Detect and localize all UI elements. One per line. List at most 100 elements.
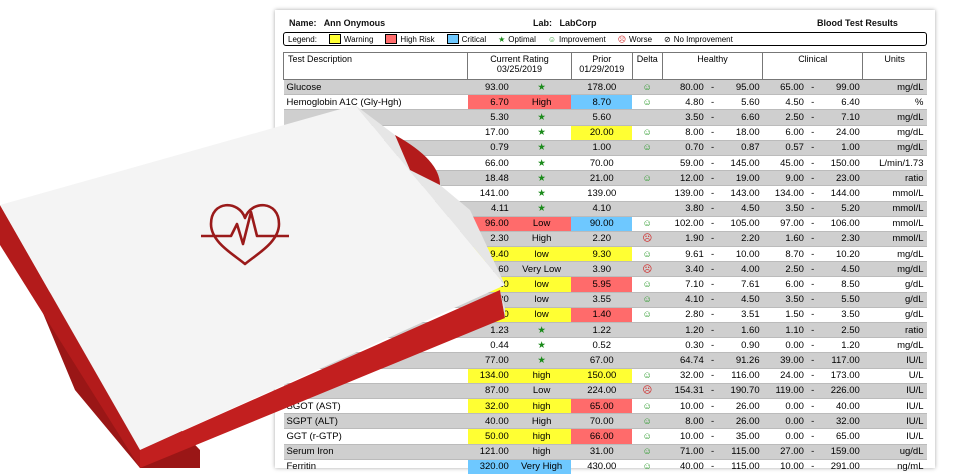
healthy-low: 9.61: [662, 246, 707, 262]
table-header-row: Test Description Current Rating 03/25/201…: [283, 52, 927, 80]
healthy-low: 10.00: [662, 428, 707, 444]
clinical-dash: -: [806, 276, 819, 293]
patient-name: Name: Ann Onymous: [289, 18, 385, 28]
box-lid: [0, 105, 505, 450]
clinical-dash: -: [806, 413, 819, 429]
healthy-high: 0.90: [718, 337, 763, 353]
clinical-high: 6.40: [818, 94, 863, 110]
clinical-dash: -: [806, 78, 819, 95]
current-rating: Very Low: [511, 261, 572, 277]
healthy-high: 105.00: [718, 215, 763, 232]
clinical-dash: -: [806, 321, 819, 338]
delta-icon: [632, 200, 663, 217]
legend-worse-label: Worse: [629, 34, 653, 44]
healthy-high: 35.00: [718, 428, 763, 444]
healthy-high: 1.60: [718, 321, 763, 338]
healthy-low: 1.20: [662, 321, 707, 338]
clinical-dash: -: [806, 428, 819, 444]
units-value: mg/dL: [862, 124, 927, 141]
current-rating: Very High: [511, 458, 572, 474]
clinical-high: 5.50: [818, 291, 863, 308]
units-value: mmol/L: [862, 215, 927, 232]
prior-value: 3.55: [571, 291, 633, 308]
healthy-low: 10.00: [662, 397, 707, 414]
clinical-dash: -: [806, 170, 819, 186]
healthy-low: 4.80: [662, 94, 707, 110]
clinical-low: 65.00: [762, 78, 807, 95]
prior-value: 8.70: [571, 94, 633, 110]
healthy-low: 32.00: [662, 367, 707, 384]
legend-optimal: ★ Optimal: [498, 35, 536, 44]
prior-value: 430.00: [571, 458, 633, 474]
healthy-dash: -: [706, 458, 719, 474]
healthy-low: 2.80: [662, 306, 707, 323]
healthy-dash: -: [706, 428, 719, 444]
healthy-low: 59.00: [662, 154, 707, 171]
delta-icon: ☺: [632, 215, 663, 232]
clinical-dash: -: [806, 230, 819, 247]
healthy-dash: -: [706, 94, 719, 110]
healthy-high: 115.00: [718, 443, 763, 460]
healthy-low: 71.00: [662, 443, 707, 460]
current-rating: ★: [511, 109, 572, 126]
units-value: mg/dL: [862, 261, 927, 277]
healthy-high: 4.50: [718, 291, 763, 308]
clinical-low: 0.00: [762, 428, 807, 444]
healthy-high: 26.00: [718, 397, 763, 414]
legend-warning-label: Warning: [343, 34, 374, 44]
clinical-low: 1.60: [762, 230, 807, 247]
delta-icon: ☺: [632, 367, 663, 384]
healthy-dash: -: [706, 321, 719, 338]
prior-value: 31.00: [571, 443, 633, 460]
name-label: Name:: [289, 18, 317, 28]
clinical-dash: -: [806, 352, 819, 369]
clinical-low: 1.50: [762, 306, 807, 323]
delta-icon: ☺: [632, 246, 663, 262]
delta-icon: ☺: [632, 124, 663, 141]
prior-value: 4.10: [571, 200, 633, 217]
healthy-dash: -: [706, 443, 719, 460]
current-rating: ★: [511, 139, 572, 156]
clinical-high: 65.00: [818, 428, 863, 444]
prior-value: 20.00: [571, 124, 633, 141]
legend-improvement-label: Improvement: [559, 34, 606, 44]
clinical-low: 8.70: [762, 246, 807, 262]
col-test: Test Description: [283, 52, 468, 80]
clinical-high: 8.50: [818, 276, 863, 293]
prior-value: 1.40: [571, 306, 633, 323]
prior-value: 0.52: [571, 337, 633, 353]
prior-value: 5.60: [571, 109, 633, 126]
healthy-dash: -: [706, 109, 719, 126]
frown-icon: ☹: [617, 34, 627, 44]
units-value: L/min/1.73: [862, 154, 927, 171]
col-healthy: Healthy: [661, 52, 764, 80]
units-value: IU/L: [862, 352, 927, 369]
units-value: ng/mL: [862, 458, 927, 474]
current-rating: Low: [511, 382, 572, 399]
healthy-high: 95.00: [718, 78, 763, 95]
units-value: IU/L: [862, 428, 927, 444]
healthy-low: 154.31: [662, 382, 707, 399]
col-current-date: 03/25/2019: [496, 64, 542, 74]
healthy-high: 19.00: [718, 170, 763, 186]
clinical-dash: -: [806, 139, 819, 156]
current-rating: ★: [511, 78, 572, 95]
clinical-high: 7.10: [818, 109, 863, 126]
units-value: ratio: [862, 321, 927, 338]
healthy-low: 3.50: [662, 109, 707, 126]
clinical-dash: -: [806, 246, 819, 262]
delta-icon: ☺: [632, 458, 663, 474]
units-value: mg/dL: [862, 109, 927, 126]
delta-icon: ☹: [632, 230, 663, 247]
clinical-low: 2.50: [762, 261, 807, 277]
legend-high-risk-label: High Risk: [400, 34, 435, 44]
healthy-dash: -: [706, 78, 719, 95]
clinical-dash: -: [806, 337, 819, 353]
units-value: mg/dL: [862, 337, 927, 353]
product-box: [0, 105, 505, 468]
units-value: g/dL: [862, 291, 927, 308]
clinical-low: 24.00: [762, 367, 807, 384]
clinical-high: 2.30: [818, 230, 863, 247]
healthy-high: 7.61: [718, 276, 763, 293]
legend-optimal-label: Optimal: [508, 34, 536, 44]
